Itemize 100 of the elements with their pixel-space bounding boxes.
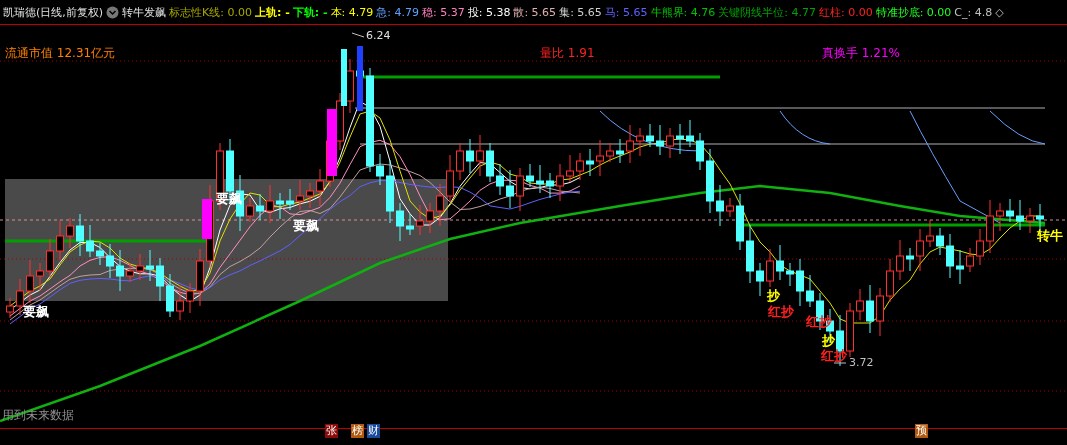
candlestick (396, 202, 404, 242)
indicator-value: C_: 4.8 (954, 5, 993, 19)
candlestick (156, 257, 164, 302)
candlestick (646, 123, 654, 148)
candlestick (556, 163, 564, 202)
market-info: 真换手 1.21% (822, 47, 900, 59)
candlestick (796, 258, 804, 307)
market-info: 流通市值 12.31亿元 (5, 47, 116, 59)
candlestick (146, 249, 154, 282)
candlestick (856, 288, 864, 321)
market-info: 量比 1.91 (540, 47, 595, 59)
candlestick (726, 197, 734, 218)
candlestick (876, 287, 884, 337)
candlestick (656, 124, 664, 156)
event-badge[interactable]: 榜 (351, 424, 364, 438)
low-price-label: 3.72 (849, 357, 874, 368)
candlestick (46, 238, 54, 278)
indicator-value: 上轨: - (255, 4, 290, 20)
event-badge[interactable]: 预 (915, 424, 928, 438)
candlestick (426, 202, 434, 234)
candlestick (546, 172, 554, 199)
candlestick (256, 193, 264, 221)
dropdown-icon[interactable] (106, 5, 120, 19)
candlestick (26, 259, 34, 304)
indicator-value: 红柱: 0.00 (818, 4, 873, 20)
candlestick (376, 153, 384, 186)
candlestick (616, 138, 624, 164)
candlestick (306, 182, 314, 209)
signal-label: 红抄 (805, 314, 833, 329)
candlestick (116, 249, 124, 292)
indicator-value: 散: 5.65 (513, 4, 557, 20)
candlestick (756, 262, 764, 297)
signal-label: 抄 (821, 333, 836, 348)
candlestick (666, 127, 674, 159)
candlestick (696, 132, 704, 171)
signal-label: 转牛 (1036, 228, 1064, 243)
indicator-value: 集: 5.65 (559, 4, 602, 20)
candlestick (126, 262, 134, 283)
candlestick (896, 239, 904, 281)
candlestick (736, 193, 744, 251)
candlestick (976, 228, 984, 266)
candlestick (636, 127, 644, 157)
candlestick (96, 242, 104, 266)
candlestick (886, 258, 894, 303)
candlestick (66, 217, 74, 249)
candlestick (966, 247, 974, 273)
candlestick (606, 142, 614, 163)
candlestick (486, 142, 494, 183)
candlestick (786, 262, 794, 287)
candlestick (846, 302, 854, 358)
indicator-value: 特准抄底: 0.00 (875, 4, 952, 20)
candlestick (776, 244, 784, 281)
event-badge[interactable]: 张 (325, 424, 338, 438)
candlestick (916, 228, 924, 272)
indicator-value: 关键阴线半位: 4.77 (718, 4, 816, 20)
candlestick (626, 124, 634, 164)
signal-label: 抄 (766, 288, 781, 303)
candlestick (186, 282, 194, 314)
candlestick (536, 164, 544, 194)
candlestick (516, 167, 524, 212)
candlestick (176, 284, 184, 321)
indicator-value: 稳: 5.37 (422, 4, 465, 20)
signal-label: 红抄 (820, 348, 848, 363)
candlestick (246, 197, 254, 223)
candlestick (386, 159, 394, 224)
indicator-value: 下轨: - (292, 4, 328, 20)
indicator-value: 标志性K线: 0.00 (169, 4, 252, 20)
candlestick (576, 152, 584, 181)
candlestick (1006, 198, 1014, 223)
candlestick (416, 204, 424, 236)
candlestick (196, 248, 204, 307)
candlestick (446, 154, 454, 203)
candlestick (596, 139, 604, 177)
candlestick (466, 138, 474, 174)
candlestick (986, 199, 994, 254)
candlestick (276, 192, 284, 220)
candlestick (266, 184, 274, 224)
candlestick (676, 123, 684, 155)
candlestick (296, 179, 304, 211)
candlestick (316, 168, 324, 207)
candlestick (706, 148, 714, 214)
indicator-value: 马: 5.65 (604, 4, 648, 20)
candlestick (166, 273, 174, 318)
candlestick (406, 213, 414, 236)
candlestick (586, 148, 594, 177)
signal-bar (327, 109, 337, 176)
indicator-value: 牛熊界: 4.76 (650, 4, 716, 20)
candlestick (36, 262, 44, 292)
candlestick (496, 163, 504, 196)
candlestick (86, 224, 94, 258)
candlestick (506, 169, 514, 209)
formula-name: 转牛发飙 (122, 4, 167, 20)
event-badge[interactable]: 财 (367, 424, 380, 438)
candlestick (926, 219, 934, 248)
indicator-value: 急: 4.79 (376, 4, 419, 20)
stock-title: 凯瑞德(日线,前复权) (3, 4, 104, 20)
candlestick (456, 142, 464, 181)
candlestick (476, 134, 484, 177)
indicator-value: 本: 4.79 (330, 4, 374, 20)
diamond-icon[interactable]: ◇ (995, 5, 1004, 19)
